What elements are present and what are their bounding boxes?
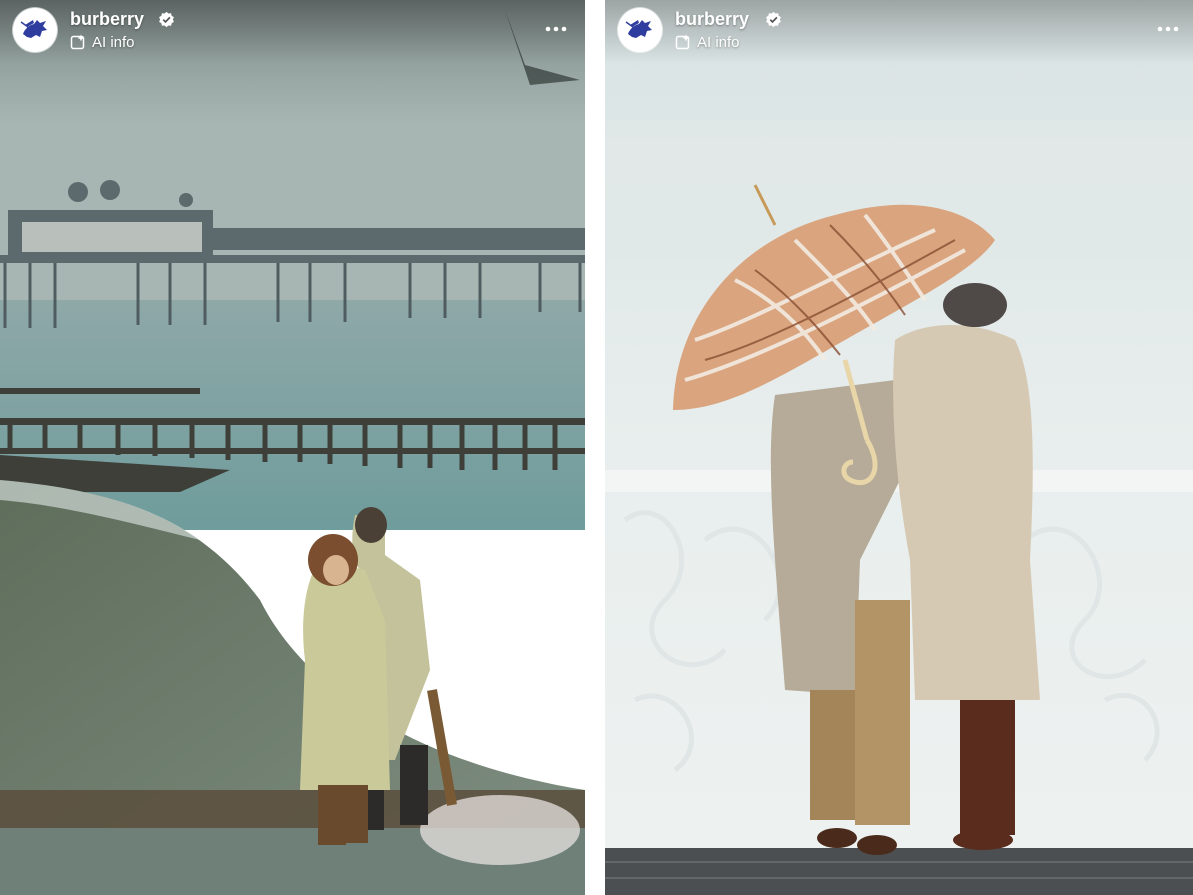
- ai-info-icon: [70, 34, 86, 50]
- more-horizontal-icon: [545, 26, 567, 32]
- account-avatar[interactable]: [618, 8, 662, 52]
- post-header: burberry AI info: [0, 0, 585, 64]
- ai-info-label: AI info: [92, 34, 135, 51]
- post-header: burberry AI info: [605, 0, 1193, 64]
- post-image-umbrella-pier: [605, 0, 1193, 895]
- verified-badge-icon: [158, 11, 175, 28]
- more-options-button[interactable]: [1154, 15, 1182, 43]
- burberry-knight-logo-icon: [13, 8, 57, 52]
- reels-feed: burberry AI info burberry AI info: [0, 0, 1193, 895]
- post-brighton-beach[interactable]: burberry AI info: [0, 0, 585, 895]
- more-options-button[interactable]: [542, 15, 570, 43]
- ai-info-icon: [675, 34, 691, 50]
- post-umbrella-couple[interactable]: burberry AI info: [605, 0, 1193, 895]
- ai-info-label: AI info: [697, 34, 740, 51]
- ai-info-link[interactable]: AI info: [70, 33, 135, 53]
- account-name[interactable]: burberry: [675, 9, 749, 29]
- account-avatar[interactable]: [13, 8, 57, 52]
- burberry-knight-logo-icon: [618, 8, 662, 52]
- account-name[interactable]: burberry: [70, 9, 144, 29]
- more-horizontal-icon: [1157, 26, 1179, 32]
- verified-badge-icon: [765, 11, 782, 28]
- ai-info-link[interactable]: AI info: [675, 33, 740, 53]
- post-image-beach-pier: [0, 0, 585, 895]
